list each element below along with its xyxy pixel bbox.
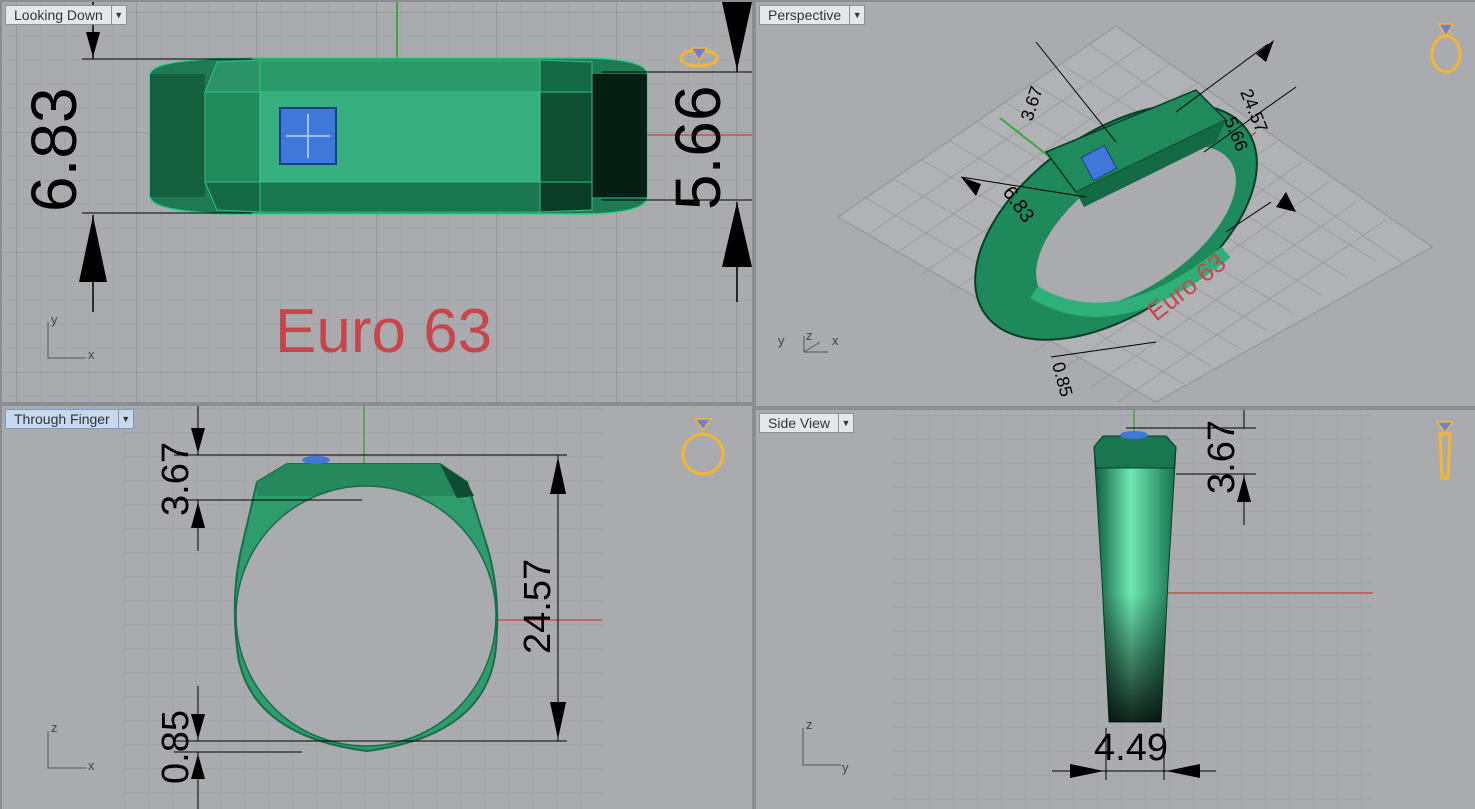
viewport-title: Perspective (768, 7, 842, 23)
dim-height-right: 5.66 (662, 85, 734, 210)
viewport-perspective[interactable]: Perspective ▼ 3.67 24.57 5.66 6.83 0.85 … (756, 2, 1475, 406)
dim-height: 24.57 (517, 559, 559, 654)
perspective-scene: 3.67 24.57 5.66 6.83 0.85 Euro 63 y z x (778, 23, 1462, 403)
viewport-tab-side-view[interactable]: Side View ▼ (759, 413, 855, 433)
axis-y-label: y (842, 760, 849, 775)
side-view-scene: 3.67 4.49 z y (802, 410, 1455, 809)
viewport-title: Looking Down (14, 7, 103, 23)
ring-top-body (149, 57, 648, 215)
front-view-scene: 3.67 24.57 0.85 z x (47, 406, 725, 809)
viewport-tab-looking-down[interactable]: Looking Down ▼ (5, 5, 127, 25)
axis-b-label: z (806, 328, 813, 343)
dim-top: 3.67 (155, 442, 197, 516)
viewport-tab-perspective[interactable]: Perspective ▼ (759, 5, 866, 25)
axis-z-label: z (806, 717, 813, 732)
viewport-tab-through-finger[interactable]: Through Finger ▼ (5, 409, 134, 429)
axis-y-label: y (51, 312, 58, 327)
viewport-through-finger[interactable]: Through Finger ▼ 3.67 24.57 0.85 z x (2, 406, 752, 809)
axis-c-label: x (832, 333, 839, 348)
viewport-title: Through Finger (14, 411, 110, 427)
dim-bottom: 0.85 (155, 710, 197, 784)
dropdown-arrow-icon[interactable]: ▼ (849, 6, 864, 24)
ring-navigation-widget-icon[interactable] (681, 418, 725, 476)
viewport-title: Side View (768, 415, 831, 431)
axis-x-label: x (88, 347, 95, 362)
viewport-side-view[interactable]: Side View ▼ 3.67 4.49 z y (756, 410, 1475, 809)
ring-navigation-widget-icon[interactable] (1430, 23, 1462, 74)
dropdown-arrow-icon[interactable]: ▼ (838, 414, 853, 432)
dim-p-5: 0.85 (1048, 360, 1076, 399)
axis-a-label: y (778, 333, 785, 348)
dropdown-arrow-icon[interactable]: ▼ (117, 410, 133, 428)
ring-navigation-widget-icon[interactable] (1435, 421, 1455, 480)
dropdown-arrow-icon[interactable]: ▼ (110, 6, 126, 24)
dim-top: 3.67 (1201, 420, 1243, 494)
top-view-scene: 6.83 5.66 Euro 63 y x (2, 2, 752, 402)
viewport-looking-down[interactable]: Looking Down ▼ 6.83 5.66 Euro 63 y x (2, 2, 752, 402)
dim-height-left: 6.83 (18, 87, 90, 212)
dim-width: 4.49 (1094, 727, 1168, 769)
axis-x-label: x (88, 758, 95, 773)
axis-z-label: z (51, 720, 58, 735)
size-label: Euro 63 (275, 297, 492, 366)
